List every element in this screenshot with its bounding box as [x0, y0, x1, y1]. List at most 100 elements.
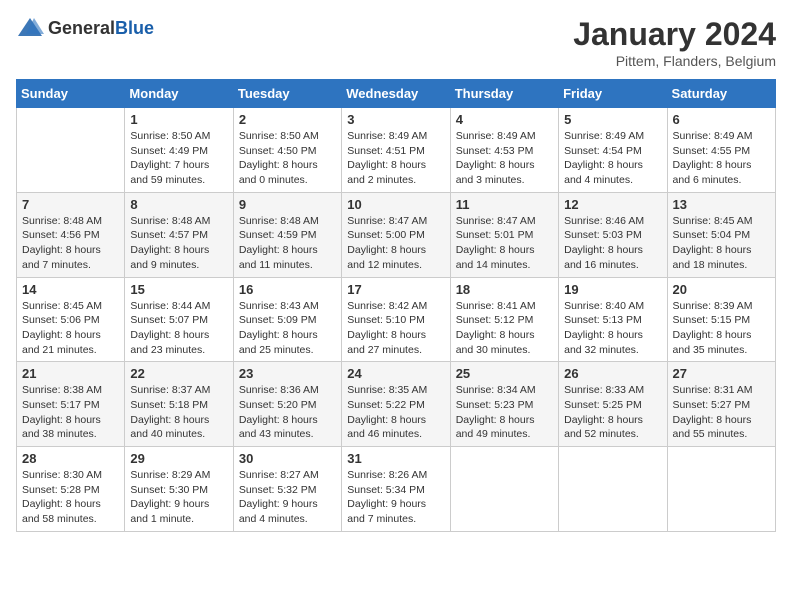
calendar-week-row: 14Sunrise: 8:45 AM Sunset: 5:06 PM Dayli… [17, 277, 776, 362]
calendar-cell: 3 Sunrise: 8:49 AM Sunset: 4:51 PM Daylig… [342, 108, 450, 193]
day-header-sunday: Sunday [17, 80, 125, 108]
day-number: 2 [239, 112, 336, 127]
day-info: Sunrise: 8:49 AM Sunset: 4:54 PM Dayligh… [564, 129, 661, 188]
day-info: Sunrise: 8:29 AM Sunset: 5:30 PM Dayligh… [130, 468, 227, 527]
day-header-wednesday: Wednesday [342, 80, 450, 108]
day-number: 4 [456, 112, 553, 127]
day-info: Sunrise: 8:49 AM Sunset: 4:55 PM Dayligh… [673, 129, 770, 188]
day-number: 11 [456, 197, 553, 212]
day-number: 1 [130, 112, 227, 127]
calendar-cell: 27 Sunrise: 8:31 AM Sunset: 5:27 PM Dayli… [667, 362, 775, 447]
calendar-cell: 16Sunrise: 8:43 AM Sunset: 5:09 PM Dayli… [233, 277, 341, 362]
calendar-cell: 1 Sunrise: 8:50 AM Sunset: 4:49 PM Daylig… [125, 108, 233, 193]
calendar-cell: 19 Sunrise: 8:40 AM Sunset: 5:13 PM Dayli… [559, 277, 667, 362]
calendar-cell [559, 447, 667, 532]
day-number: 8 [130, 197, 227, 212]
calendar-cell: 9 Sunrise: 8:48 AM Sunset: 4:59 PM Daylig… [233, 192, 341, 277]
day-number: 6 [673, 112, 770, 127]
page-header: GeneralBlue January 2024 Pittem, Flander… [16, 16, 776, 69]
calendar-header-row: SundayMondayTuesdayWednesdayThursdayFrid… [17, 80, 776, 108]
day-info: Sunrise: 8:38 AM Sunset: 5:17 PM Dayligh… [22, 383, 119, 442]
day-info: Sunrise: 8:35 AM Sunset: 5:22 PM Dayligh… [347, 383, 444, 442]
calendar-cell: 10Sunrise: 8:47 AM Sunset: 5:00 PM Dayli… [342, 192, 450, 277]
logo-icon [16, 16, 44, 40]
day-info: Sunrise: 8:48 AM Sunset: 4:59 PM Dayligh… [239, 214, 336, 273]
calendar-cell: 24Sunrise: 8:35 AM Sunset: 5:22 PM Dayli… [342, 362, 450, 447]
calendar-cell: 11 Sunrise: 8:47 AM Sunset: 5:01 PM Dayli… [450, 192, 558, 277]
day-number: 5 [564, 112, 661, 127]
day-number: 7 [22, 197, 119, 212]
calendar-cell: 30 Sunrise: 8:27 AM Sunset: 5:32 PM Dayli… [233, 447, 341, 532]
day-number: 31 [347, 451, 444, 466]
day-info: Sunrise: 8:50 AM Sunset: 4:50 PM Dayligh… [239, 129, 336, 188]
calendar-cell: 14Sunrise: 8:45 AM Sunset: 5:06 PM Dayli… [17, 277, 125, 362]
day-number: 9 [239, 197, 336, 212]
day-number: 22 [130, 366, 227, 381]
logo-blue: Blue [115, 18, 154, 38]
day-info: Sunrise: 8:45 AM Sunset: 5:06 PM Dayligh… [22, 299, 119, 358]
calendar-week-row: 7 Sunrise: 8:48 AM Sunset: 4:56 PM Daylig… [17, 192, 776, 277]
day-info: Sunrise: 8:27 AM Sunset: 5:32 PM Dayligh… [239, 468, 336, 527]
calendar-cell: 6 Sunrise: 8:49 AM Sunset: 4:55 PM Daylig… [667, 108, 775, 193]
calendar-cell: 22Sunrise: 8:37 AM Sunset: 5:18 PM Dayli… [125, 362, 233, 447]
title-block: January 2024 Pittem, Flanders, Belgium [573, 16, 776, 69]
calendar-cell: 21 Sunrise: 8:38 AM Sunset: 5:17 PM Dayli… [17, 362, 125, 447]
day-info: Sunrise: 8:45 AM Sunset: 5:04 PM Dayligh… [673, 214, 770, 273]
day-info: Sunrise: 8:36 AM Sunset: 5:20 PM Dayligh… [239, 383, 336, 442]
day-header-monday: Monday [125, 80, 233, 108]
day-number: 3 [347, 112, 444, 127]
calendar-cell: 25Sunrise: 8:34 AM Sunset: 5:23 PM Dayli… [450, 362, 558, 447]
calendar-table: SundayMondayTuesdayWednesdayThursdayFrid… [16, 79, 776, 532]
day-info: Sunrise: 8:48 AM Sunset: 4:57 PM Dayligh… [130, 214, 227, 273]
day-number: 20 [673, 282, 770, 297]
day-number: 21 [22, 366, 119, 381]
calendar-cell: 2 Sunrise: 8:50 AM Sunset: 4:50 PM Daylig… [233, 108, 341, 193]
day-info: Sunrise: 8:39 AM Sunset: 5:15 PM Dayligh… [673, 299, 770, 358]
day-number: 26 [564, 366, 661, 381]
logo-general: General [48, 18, 115, 38]
calendar-week-row: 28Sunrise: 8:30 AM Sunset: 5:28 PM Dayli… [17, 447, 776, 532]
day-number: 27 [673, 366, 770, 381]
day-info: Sunrise: 8:30 AM Sunset: 5:28 PM Dayligh… [22, 468, 119, 527]
calendar-cell: 8 Sunrise: 8:48 AM Sunset: 4:57 PM Daylig… [125, 192, 233, 277]
day-info: Sunrise: 8:49 AM Sunset: 4:53 PM Dayligh… [456, 129, 553, 188]
calendar-cell [667, 447, 775, 532]
day-number: 18 [456, 282, 553, 297]
calendar-cell [17, 108, 125, 193]
day-number: 16 [239, 282, 336, 297]
day-header-thursday: Thursday [450, 80, 558, 108]
day-info: Sunrise: 8:49 AM Sunset: 4:51 PM Dayligh… [347, 129, 444, 188]
day-number: 30 [239, 451, 336, 466]
calendar-cell: 20 Sunrise: 8:39 AM Sunset: 5:15 PM Dayli… [667, 277, 775, 362]
day-header-tuesday: Tuesday [233, 80, 341, 108]
logo-text: GeneralBlue [48, 18, 154, 39]
calendar-cell: 17Sunrise: 8:42 AM Sunset: 5:10 PM Dayli… [342, 277, 450, 362]
day-info: Sunrise: 8:48 AM Sunset: 4:56 PM Dayligh… [22, 214, 119, 273]
day-info: Sunrise: 8:44 AM Sunset: 5:07 PM Dayligh… [130, 299, 227, 358]
day-number: 19 [564, 282, 661, 297]
calendar-week-row: 21 Sunrise: 8:38 AM Sunset: 5:17 PM Dayli… [17, 362, 776, 447]
day-number: 15 [130, 282, 227, 297]
day-info: Sunrise: 8:40 AM Sunset: 5:13 PM Dayligh… [564, 299, 661, 358]
calendar-week-row: 1 Sunrise: 8:50 AM Sunset: 4:49 PM Daylig… [17, 108, 776, 193]
month-title: January 2024 [573, 16, 776, 53]
day-number: 10 [347, 197, 444, 212]
calendar-cell: 23 Sunrise: 8:36 AM Sunset: 5:20 PM Dayli… [233, 362, 341, 447]
day-header-saturday: Saturday [667, 80, 775, 108]
day-info: Sunrise: 8:46 AM Sunset: 5:03 PM Dayligh… [564, 214, 661, 273]
location-subtitle: Pittem, Flanders, Belgium [573, 53, 776, 69]
day-number: 23 [239, 366, 336, 381]
day-info: Sunrise: 8:34 AM Sunset: 5:23 PM Dayligh… [456, 383, 553, 442]
day-info: Sunrise: 8:42 AM Sunset: 5:10 PM Dayligh… [347, 299, 444, 358]
calendar-cell: 31Sunrise: 8:26 AM Sunset: 5:34 PM Dayli… [342, 447, 450, 532]
calendar-cell: 28Sunrise: 8:30 AM Sunset: 5:28 PM Dayli… [17, 447, 125, 532]
day-info: Sunrise: 8:31 AM Sunset: 5:27 PM Dayligh… [673, 383, 770, 442]
day-info: Sunrise: 8:41 AM Sunset: 5:12 PM Dayligh… [456, 299, 553, 358]
day-info: Sunrise: 8:47 AM Sunset: 5:01 PM Dayligh… [456, 214, 553, 273]
calendar-cell: 12Sunrise: 8:46 AM Sunset: 5:03 PM Dayli… [559, 192, 667, 277]
day-number: 29 [130, 451, 227, 466]
calendar-cell: 26Sunrise: 8:33 AM Sunset: 5:25 PM Dayli… [559, 362, 667, 447]
calendar-cell: 29 Sunrise: 8:29 AM Sunset: 5:30 PM Dayli… [125, 447, 233, 532]
day-info: Sunrise: 8:50 AM Sunset: 4:49 PM Dayligh… [130, 129, 227, 188]
calendar-cell: 5 Sunrise: 8:49 AM Sunset: 4:54 PM Daylig… [559, 108, 667, 193]
